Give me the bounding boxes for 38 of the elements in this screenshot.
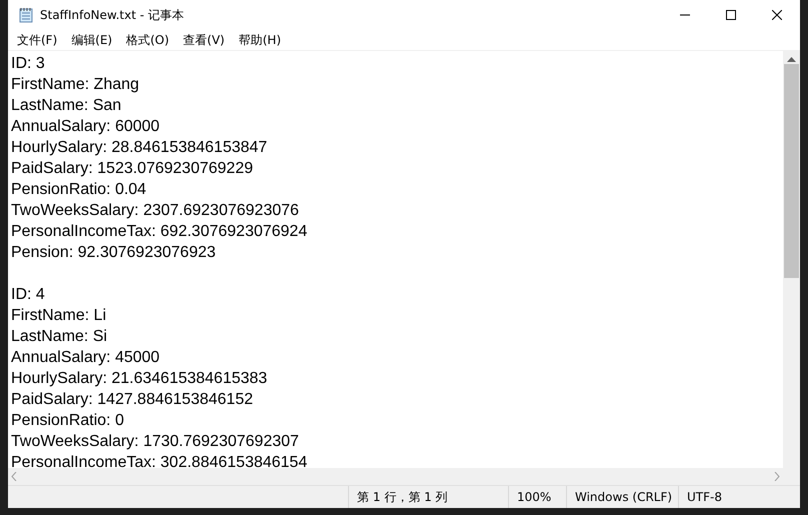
- text-line: TwoWeeksSalary: 2307.6923076923076: [11, 201, 300, 221]
- window-title: StaffInfoNew.txt - 记事本: [40, 6, 186, 24]
- status-text: Windows (CRLF): [566, 486, 678, 508]
- text-line: TwoWeeksSalary: 1730.7692307692307: [11, 432, 300, 452]
- text-line: LastName: Si: [11, 327, 108, 347]
- text-line: FirstName: Li: [11, 306, 108, 326]
- vertical-scrollbar[interactable]: [783, 51, 800, 468]
- scroll-left-icon[interactable]: [11, 472, 17, 481]
- scrollbar-thumb[interactable]: [784, 64, 799, 278]
- text-line: AnnualSalary: 45000: [11, 348, 161, 368]
- close-icon: [772, 10, 782, 20]
- text-line: PersonalIncomeTax: 302.8846153846154: [11, 453, 308, 468]
- notepad-icon: [18, 7, 34, 23]
- text-line: HourlySalary: 21.634615384615383: [11, 369, 268, 389]
- status-text: UTF-8: [678, 486, 800, 508]
- text-line: PaidSalary: 1427.8846153846152: [11, 390, 254, 410]
- text-line: FirstName: Zhang: [11, 75, 140, 95]
- text-line: PensionRatio: 0.04: [11, 180, 148, 200]
- menu-item[interactable]: 格式(O): [119, 32, 176, 48]
- horizontal-scrollbar[interactable]: [8, 468, 783, 485]
- menu-item[interactable]: 文件(F): [10, 32, 64, 48]
- menu-item[interactable]: 编辑(E): [64, 32, 120, 48]
- maximize-icon: [726, 10, 736, 20]
- menu-item[interactable]: 帮助(H): [232, 32, 288, 48]
- status-text: 第 1 行，第 1 列: [348, 486, 508, 508]
- scroll-up-icon[interactable]: [787, 56, 796, 62]
- status-text: 100%: [508, 486, 566, 508]
- text-line: Pension: 92.3076923076923: [11, 243, 217, 263]
- text-line: ID: 3: [11, 54, 46, 74]
- text-line: ID: 4: [11, 285, 46, 305]
- text-line: LastName: San: [11, 96, 122, 116]
- text-line: PaidSalary: 1523.0769230769229: [11, 159, 254, 179]
- text-line: AnnualSalary: 60000: [11, 117, 161, 137]
- text-line: PersonalIncomeTax: 692.3076923076924: [11, 222, 308, 242]
- scroll-right-icon[interactable]: [774, 472, 780, 481]
- text-line: HourlySalary: 28.846153846153847: [11, 138, 268, 158]
- menu-item[interactable]: 查看(V): [176, 32, 232, 48]
- text-line: PensionRatio: 0: [11, 411, 125, 431]
